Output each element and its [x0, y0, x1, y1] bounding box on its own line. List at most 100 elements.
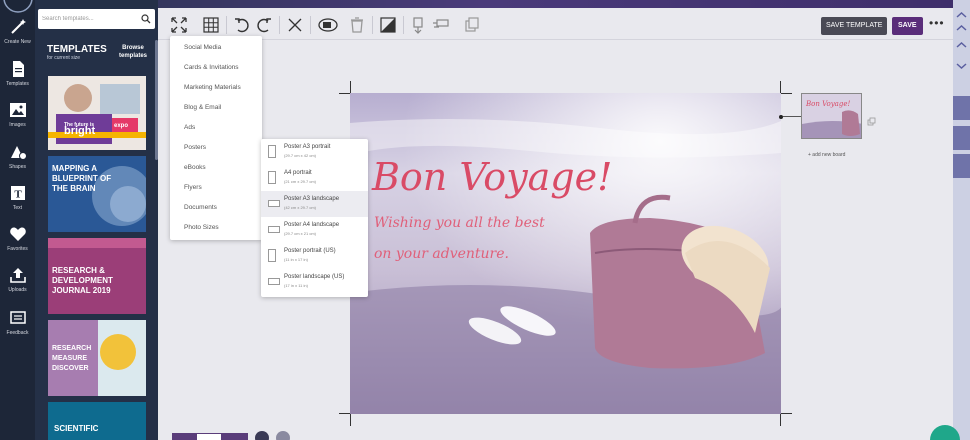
submenu-item-name: Poster portrait (US) — [284, 248, 336, 254]
rail-uploads[interactable]: Uploads — [0, 266, 35, 293]
trash-icon[interactable] — [348, 16, 366, 34]
canvas-headline[interactable]: Bon Voyage! — [372, 155, 612, 199]
board-thumbnail[interactable]: Bon Voyage! — [801, 93, 862, 139]
right-rail-tab[interactable] — [953, 154, 970, 178]
menu-item[interactable]: Photo Sizes — [184, 224, 219, 231]
rail-images[interactable]: Images — [0, 101, 35, 128]
menu-item[interactable]: Flyers — [184, 184, 202, 191]
board-thumb-text: Bon Voyage! — [806, 100, 851, 108]
browse-templates-link[interactable]: Browse templates — [118, 44, 148, 60]
toolbar-divider — [226, 16, 227, 34]
submenu-item-name: Poster landscape (US) — [284, 274, 345, 280]
portrait-shape-icon — [268, 145, 276, 158]
redo-icon[interactable] — [255, 16, 273, 34]
contrast-icon[interactable] — [379, 16, 397, 34]
image-icon — [9, 103, 26, 117]
bring-forward-icon[interactable] — [410, 16, 428, 34]
grid-icon[interactable] — [202, 16, 220, 34]
menu-item[interactable]: Ads — [184, 124, 195, 131]
upload-icon — [9, 268, 26, 283]
toolbar: SAVE TEMPLATE SAVE ••• — [158, 8, 970, 40]
menu-item[interactable]: Social Media — [184, 44, 221, 51]
save-template-button[interactable]: SAVE TEMPLATE — [821, 17, 888, 35]
crop-mark — [781, 93, 792, 94]
rail-feedback[interactable]: Feedback — [0, 309, 35, 336]
left-rail: Create New Templates Images Shapes T Tex… — [0, 0, 35, 440]
chevron-up-icon[interactable] — [956, 24, 967, 32]
save-button[interactable]: SAVE — [892, 17, 923, 35]
search-icon[interactable] — [141, 14, 151, 24]
crop-mark — [780, 81, 781, 93]
landscape-shape-icon — [268, 200, 280, 207]
search-input[interactable] — [42, 12, 138, 26]
add-new-board-link[interactable]: + add new board — [808, 152, 845, 158]
rail-favorites[interactable]: Favorites — [0, 225, 35, 252]
chevron-up-icon[interactable] — [956, 41, 967, 49]
rail-create-new[interactable]: Create New — [0, 0, 35, 45]
portrait-shape-icon — [268, 249, 276, 262]
right-rail — [953, 0, 970, 440]
template-thumb-title: RESEARCH MEASURE DISCOVER — [52, 345, 92, 372]
rail-templates[interactable]: Templates — [0, 60, 35, 87]
rail-label: Templates — [6, 81, 29, 87]
menu-item[interactable]: eBooks — [184, 164, 206, 171]
template-thumb[interactable]: SCIENTIFIC — [48, 402, 146, 440]
submenu-item-name: A4 portrait — [284, 170, 312, 176]
feedback-icon — [9, 311, 26, 324]
zoom-in-icon[interactable] — [276, 431, 290, 440]
submenu-item[interactable]: A4 portrait (21 cm x 29.7 cm) — [261, 165, 368, 191]
rail-label: Favorites — [7, 246, 28, 252]
right-rail-tab[interactable] — [953, 96, 970, 120]
more-options-icon[interactable]: ••• — [929, 16, 945, 30]
menu-item[interactable]: Cards & Invitations — [184, 64, 239, 71]
canvas-line-1[interactable]: Wishing you all the best — [374, 215, 545, 231]
submenu-item-dims: (29.7 cm x 21 cm) — [284, 231, 317, 236]
template-thumb[interactable]: The future is bright expo — [48, 76, 146, 150]
chevron-up-icon[interactable] — [956, 11, 967, 19]
menu-item[interactable]: Blog & Email — [184, 104, 221, 111]
clear-icon[interactable] — [286, 16, 304, 34]
canvas-line-2[interactable]: on your adventure. — [374, 246, 509, 262]
resize-dropdown-menu: Social Media Cards & Invitations Marketi… — [170, 36, 262, 240]
menu-item[interactable]: Marketing Materials — [184, 84, 241, 91]
template-thumb[interactable]: RESEARCH MEASURE DISCOVER — [48, 320, 146, 396]
right-rail-tab[interactable] — [953, 126, 970, 150]
rail-label: Images — [9, 122, 26, 128]
board-connector-line — [783, 116, 801, 117]
submenu-item[interactable]: Poster A4 landscape (29.7 cm x 21 cm) — [261, 217, 368, 243]
submenu-item-dims: (42 cm x 29.7 cm) — [284, 205, 317, 210]
zoom-out-icon[interactable] — [255, 431, 269, 440]
design-canvas[interactable]: Bon Voyage! Wishing you all the best on … — [350, 93, 781, 414]
toolbar-divider — [403, 16, 404, 34]
duplicate-icon[interactable] — [463, 16, 481, 34]
submenu-item-selected[interactable]: Poster A3 landscape (42 cm x 29.7 cm) — [261, 191, 368, 217]
rail-label: Text — [12, 205, 23, 211]
crop-mark — [350, 81, 351, 93]
rail-label: Shapes — [9, 164, 26, 170]
templates-panel: TEMPLATES for current size Browse templa… — [35, 0, 158, 440]
undo-icon[interactable] — [233, 16, 251, 34]
panel-scrollbar[interactable] — [155, 40, 158, 160]
chevron-down-icon[interactable] — [956, 62, 967, 70]
panel-subtitle: for current size — [47, 55, 81, 61]
template-thumb[interactable]: MAPPING A BLUEPRINT OF THE BRAIN — [48, 156, 146, 232]
duplicate-board-icon[interactable] — [867, 117, 876, 126]
menu-item-posters[interactable]: Posters — [184, 144, 206, 151]
submenu-item-name: Poster A3 landscape — [284, 196, 340, 202]
submenu-item[interactable]: Poster landscape (US) (17 in x 11 in) — [261, 269, 368, 295]
template-thumb[interactable]: RESEARCH & DEVELOPMENT JOURNAL 2019 — [48, 238, 146, 314]
background-icon[interactable] — [317, 16, 339, 34]
toolbar-divider — [279, 16, 280, 34]
submenu-item-name: Poster A3 portrait — [284, 144, 331, 150]
align-icon[interactable] — [432, 16, 450, 34]
menu-item[interactable]: Documents — [184, 204, 217, 211]
resize-icon[interactable] — [170, 16, 188, 34]
crop-mark — [780, 414, 781, 426]
submenu-item[interactable]: Poster portrait (US) (11 in x 17 in) — [261, 243, 368, 269]
submenu-item-dims: (11 in x 17 in) — [284, 257, 308, 262]
page-control-active[interactable] — [197, 434, 221, 440]
template-thumb-tag: expo — [114, 123, 129, 129]
rail-shapes[interactable]: Shapes — [0, 143, 35, 170]
submenu-item[interactable]: Poster A3 portrait (29.7 cm x 42 cm) — [261, 139, 368, 165]
rail-text[interactable]: T Text — [0, 184, 35, 211]
